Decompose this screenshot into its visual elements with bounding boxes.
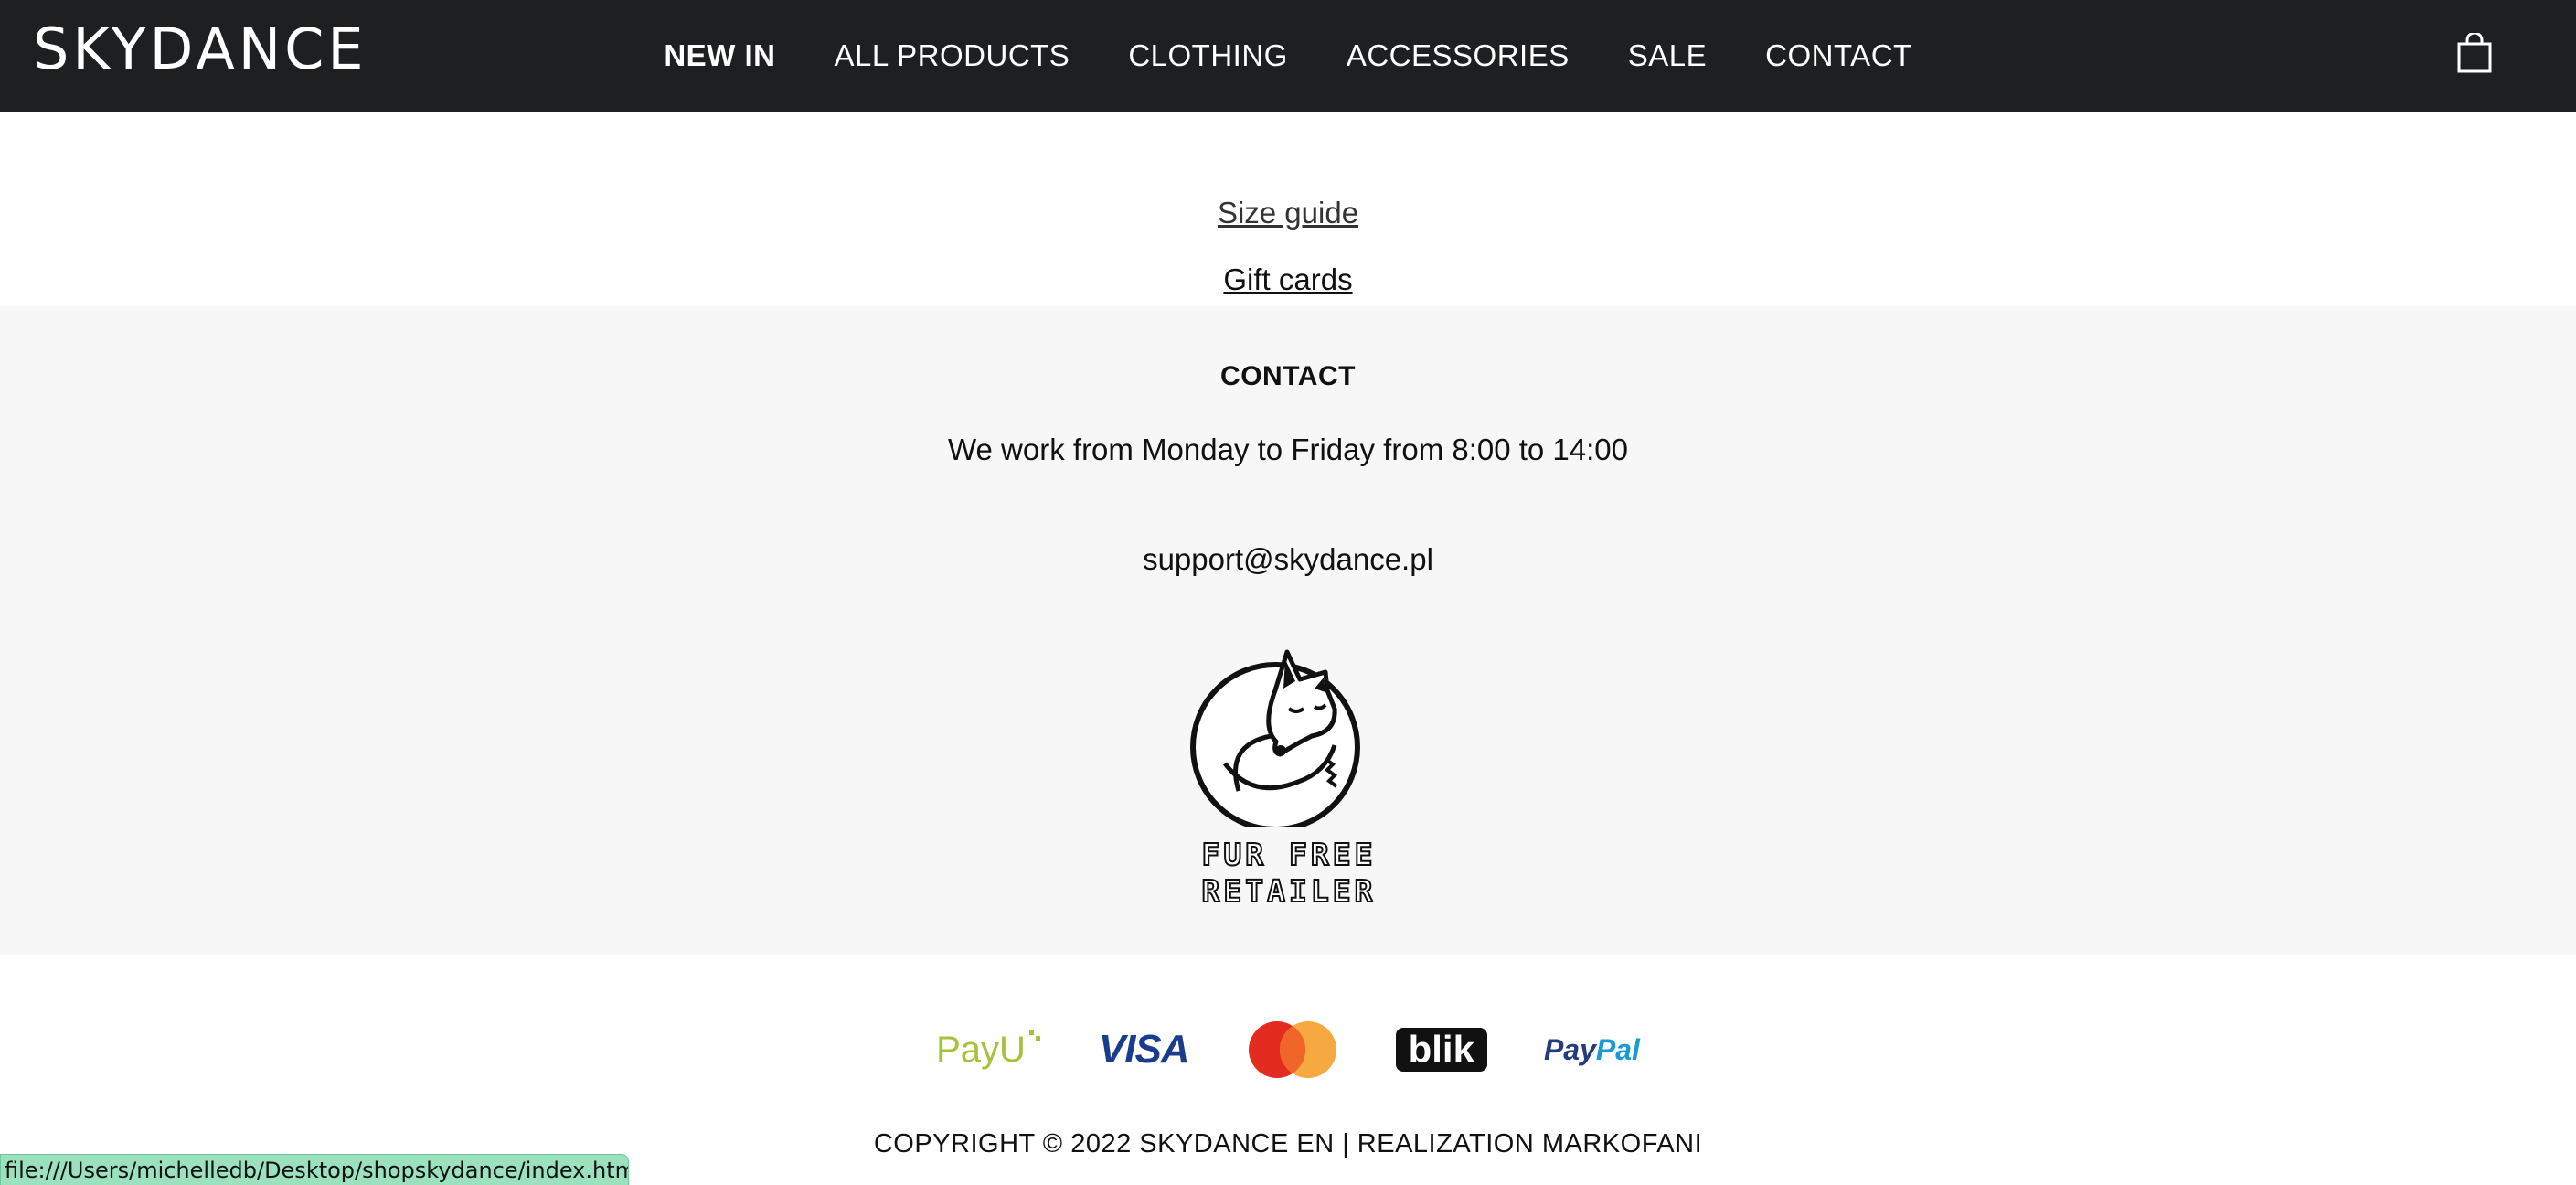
payment-methods: PayU VISA blik Pay Pal — [0, 1018, 2576, 1082]
shopping-bag-icon[interactable] — [2457, 31, 2492, 73]
paypal-text-pay: Pay — [1543, 1032, 1596, 1066]
fur-free-retailer-badge: FUR FREE RETAILER — [1188, 645, 1389, 919]
blik-text: blik — [1395, 1028, 1487, 1072]
site-header: SKYDANCE NEW IN ALL PRODUCTS CLOTHING AC… — [0, 0, 2576, 112]
mastercard-icon — [1246, 1018, 1339, 1082]
payu-text: PayU — [936, 1029, 1026, 1070]
status-bar-url: file:///Users/michelledb/Desktop/shopsky… — [0, 1154, 629, 1185]
visa-logo: VISA — [1098, 1027, 1190, 1072]
nav-clothing[interactable]: CLOTHING — [1128, 38, 1288, 73]
badge-line-1: FUR FREE — [1201, 836, 1377, 873]
contact-title: CONTACT — [1220, 361, 1356, 391]
blik-logo: blik — [1395, 1018, 1487, 1082]
contact-hours: We work from Monday to Friday from 8:00 … — [947, 432, 1629, 466]
contact-section: CONTACT We work from Monday to Friday fr… — [0, 306, 2576, 955]
payu-dots-icon — [1028, 1030, 1040, 1041]
paypal-logo: Pay Pal — [1544, 1018, 1640, 1082]
size-guide-link[interactable]: Size guide — [0, 196, 2576, 230]
footer-links: Size guide Gift cards — [0, 112, 2576, 306]
payments-section: PayU VISA blik Pay Pal COPYRIGHT © 2022 S… — [0, 955, 2576, 1185]
badge-line-2: RETAILER — [1201, 872, 1377, 910]
nav-sale[interactable]: SALE — [1628, 38, 1707, 73]
paypal-text-pal: Pal — [1595, 1032, 1640, 1066]
main-nav: NEW IN ALL PRODUCTS CLOTHING ACCESSORIES… — [0, 0, 2576, 112]
fox-icon — [1190, 649, 1360, 832]
nav-contact[interactable]: CONTACT — [1765, 38, 1912, 73]
contact-email[interactable]: support@skydance.pl — [0, 542, 2576, 577]
payu-logo: PayU — [936, 1018, 1042, 1082]
nav-all-products[interactable]: ALL PRODUCTS — [834, 38, 1070, 73]
gift-cards-link[interactable]: Gift cards — [0, 262, 2576, 297]
nav-new-in[interactable]: NEW IN — [664, 38, 775, 73]
nav-accessories[interactable]: ACCESSORIES — [1347, 38, 1570, 73]
